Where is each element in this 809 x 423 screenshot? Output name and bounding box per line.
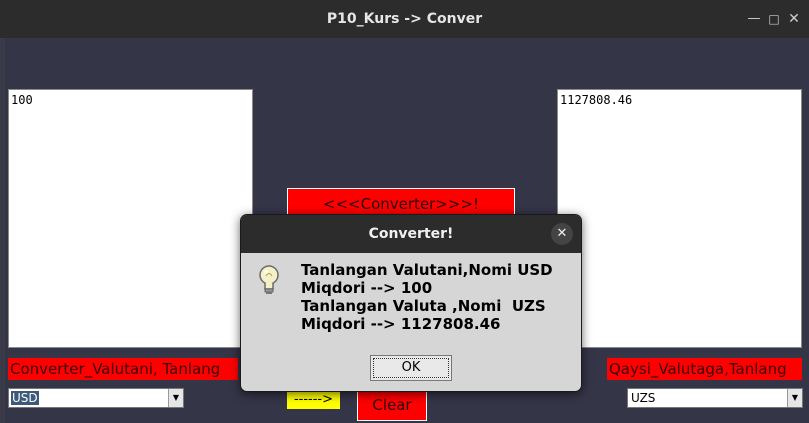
message-line: Tanlangan Valutani,Nomi USD bbox=[301, 261, 553, 279]
chevron-down-icon[interactable]: ▼ bbox=[787, 389, 802, 407]
ok-button[interactable]: OK bbox=[370, 355, 452, 381]
message-line: Tanlangan Valuta ,Nomi UZS bbox=[301, 297, 546, 315]
focus-ring bbox=[373, 358, 449, 378]
source-currency-value: USD bbox=[11, 391, 39, 405]
title-bar: P10_Kurs -> Conver — □ ✕ bbox=[0, 0, 809, 38]
target-currency-label: Qaysi_Valutaga,Tanlang bbox=[607, 358, 802, 380]
dialog-message: Tanlangan Valutani,Nomi USD Miqdori --> … bbox=[301, 261, 553, 333]
window-title: P10_Kurs -> Conver bbox=[326, 11, 483, 27]
background-window-edge bbox=[0, 38, 5, 423]
minimize-icon[interactable]: — bbox=[744, 9, 764, 29]
maximize-icon[interactable]: □ bbox=[764, 9, 784, 29]
message-dialog: Converter! ✕ Tanlangan Valutani,Nomi USD… bbox=[240, 214, 582, 392]
arrow-label: ------> bbox=[287, 391, 340, 409]
result-textarea[interactable]: 1127808.46 bbox=[557, 89, 802, 348]
target-currency-select[interactable]: UZS ▼ bbox=[627, 388, 803, 408]
chevron-down-icon[interactable]: ▼ bbox=[168, 389, 183, 407]
dialog-title: Converter! bbox=[241, 215, 581, 253]
target-currency-value: UZS bbox=[631, 391, 656, 405]
source-currency-select[interactable]: USD ▼ bbox=[8, 388, 184, 408]
message-line: Miqdori --> 1127808.46 bbox=[301, 315, 501, 333]
input-amount-textarea[interactable]: 100 bbox=[8, 89, 253, 348]
dialog-close-icon[interactable]: ✕ bbox=[551, 223, 573, 245]
lightbulb-icon bbox=[259, 265, 279, 294]
close-icon[interactable]: ✕ bbox=[784, 9, 804, 29]
clear-button[interactable]: Clear bbox=[357, 389, 427, 421]
message-line: Miqdori --> 100 bbox=[301, 279, 433, 297]
source-currency-label: Converter_Valutani, Tanlang bbox=[8, 358, 238, 380]
